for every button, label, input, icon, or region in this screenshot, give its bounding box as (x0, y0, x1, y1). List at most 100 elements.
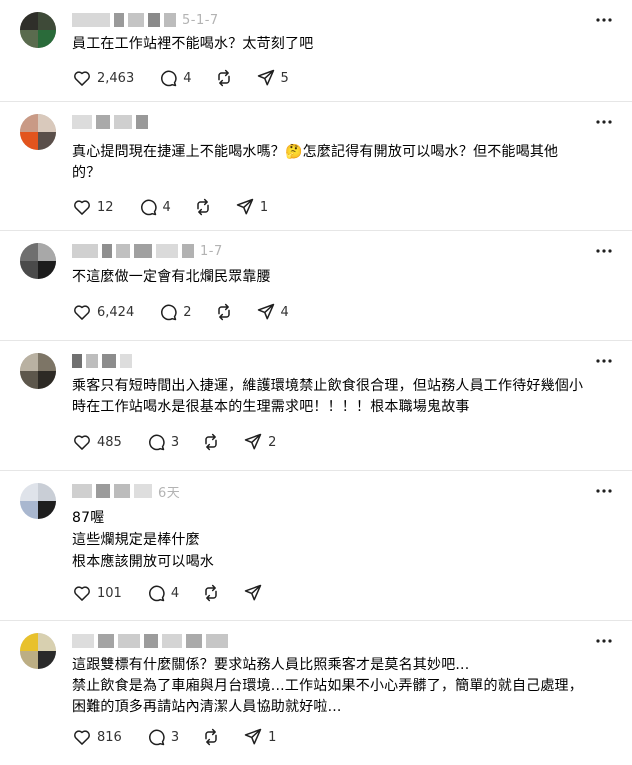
avatar[interactable] (20, 12, 56, 48)
username-blurred[interactable] (72, 634, 94, 648)
more-icon[interactable] (594, 351, 614, 371)
username-blurred-segment (86, 354, 98, 368)
like-button[interactable]: 6,424 (72, 301, 134, 323)
heart-icon (74, 586, 90, 601)
reply-count: 3 (170, 729, 180, 745)
username-blurred-segment (98, 634, 114, 648)
comment-icon (161, 304, 177, 321)
comment-icon (148, 585, 165, 602)
post-text: 不這麼做一定會有北爛民眾靠腰 (72, 267, 612, 288)
heart-icon (74, 435, 90, 450)
comment-icon (140, 199, 157, 216)
username-blurred-segment (144, 634, 158, 648)
username-blurred-segment (102, 354, 116, 368)
more-icon[interactable] (594, 481, 614, 501)
repost-icon (217, 69, 230, 87)
username-blurred[interactable] (72, 484, 92, 498)
post-text-line: 真心提問現在捷運上不能喝水嗎？🤔怎麼記得有開放可以喝水？但不能喝其他 (72, 144, 559, 160)
like-button[interactable]: 101 (72, 582, 122, 604)
like-button[interactable]: 816 (72, 726, 122, 748)
repost-icon (205, 584, 217, 602)
reply-button[interactable]: 4 (146, 582, 179, 604)
like-count: 6,424 (97, 304, 135, 320)
username-blurred[interactable] (72, 115, 92, 129)
like-button[interactable]: 12 (72, 196, 114, 218)
repost-button[interactable] (201, 431, 221, 453)
username-blurred-segment (134, 244, 152, 258)
share-button[interactable] (243, 582, 263, 604)
share-button[interactable]: 1 (235, 196, 268, 218)
reply-post: 這跟雙標有什麼關係？要求站務人員比照乘客才是莫名其妙吧... 禁止飲食是為了車廂… (0, 621, 632, 765)
username-blurred-segment (186, 634, 202, 648)
username-blurred-segment (102, 244, 112, 258)
post-meta: 6天 (72, 481, 180, 501)
post-meta (72, 631, 234, 651)
avatar[interactable] (20, 633, 56, 669)
send-icon (257, 69, 274, 86)
post-date: 1-7 (200, 243, 223, 259)
reply-button[interactable]: 4 (158, 67, 192, 89)
username-blurred-segment (118, 634, 140, 648)
username-blurred-segment (96, 115, 110, 129)
share-count: 1 (268, 729, 277, 745)
post-text-line: 根本應該開放可以喝水 (72, 554, 214, 570)
like-count: 101 (97, 585, 122, 601)
repost-button[interactable] (193, 196, 213, 218)
post-text: 乘客只有短時間出入捷運，維護環境禁止飲食很合理，但站務人員工作待好幾個小 時在工… (72, 376, 612, 418)
username-blurred-segment (162, 634, 182, 648)
reply-button[interactable]: 2 (158, 301, 192, 323)
send-icon (244, 728, 262, 745)
post-text-line: 的？ (72, 165, 101, 181)
action-bar: 2,463 4 5 (72, 67, 289, 89)
like-button[interactable]: 485 (72, 431, 122, 453)
reply-button[interactable]: 3 (146, 431, 179, 453)
like-button[interactable]: 2,463 (72, 67, 134, 89)
reply-post: 6天 87喔 這些爛規定是棒什麼 根本應該開放可以喝水 101 4 (0, 471, 632, 621)
repost-button[interactable] (201, 582, 221, 604)
username-blurred[interactable] (72, 13, 110, 27)
share-button[interactable]: 2 (243, 431, 276, 453)
heart-icon (74, 305, 90, 320)
heart-icon (74, 730, 90, 745)
comment-icon (148, 729, 165, 746)
more-icon[interactable] (594, 10, 614, 30)
avatar[interactable] (20, 483, 56, 519)
heart-icon (74, 200, 90, 215)
username-blurred-segment (134, 484, 152, 498)
reply-button[interactable]: 3 (146, 726, 179, 748)
share-button[interactable]: 1 (243, 726, 276, 748)
reply-post: 5-1-7 員工在工作站裡不能喝水？太苛刻了吧 2,463 4 5 (0, 0, 632, 102)
repost-icon (205, 433, 217, 451)
username-blurred[interactable] (72, 354, 82, 368)
reply-button[interactable]: 4 (138, 196, 171, 218)
post-date: 5-1-7 (182, 12, 219, 28)
post-text-line: 困難的頂多再請站內清潔人員協助就好啦... (72, 699, 342, 715)
post-meta: 1-7 (72, 241, 223, 261)
post-meta (72, 112, 154, 132)
repost-button[interactable] (201, 726, 221, 748)
repost-icon (197, 198, 209, 216)
share-button[interactable]: 4 (256, 301, 289, 323)
more-icon[interactable] (594, 241, 614, 261)
post-text-line: 時在工作站喝水是很基本的生理需求吧！！！！根本職場鬼故事 (72, 399, 470, 415)
username-blurred-segment (128, 13, 144, 27)
post-text-line: 這跟雙標有什麼關係？要求站務人員比照乘客才是莫名其妙吧... (72, 657, 470, 673)
username-blurred[interactable] (72, 244, 98, 258)
post-text-line: 不這麼做一定會有北爛民眾靠腰 (72, 269, 271, 285)
avatar[interactable] (20, 114, 56, 150)
post-meta (72, 351, 138, 371)
like-count: 485 (97, 434, 122, 450)
post-date: 6天 (158, 485, 181, 501)
share-button[interactable]: 5 (256, 67, 289, 89)
comment-icon (161, 70, 177, 87)
avatar[interactable] (20, 243, 56, 279)
repost-button[interactable] (214, 301, 234, 323)
more-icon[interactable] (594, 631, 614, 651)
repost-icon (217, 303, 230, 321)
send-icon (244, 584, 262, 601)
reply-count: 4 (170, 585, 180, 601)
more-icon[interactable] (594, 112, 614, 132)
comment-icon (148, 434, 165, 451)
avatar[interactable] (20, 353, 56, 389)
repost-button[interactable] (214, 67, 234, 89)
